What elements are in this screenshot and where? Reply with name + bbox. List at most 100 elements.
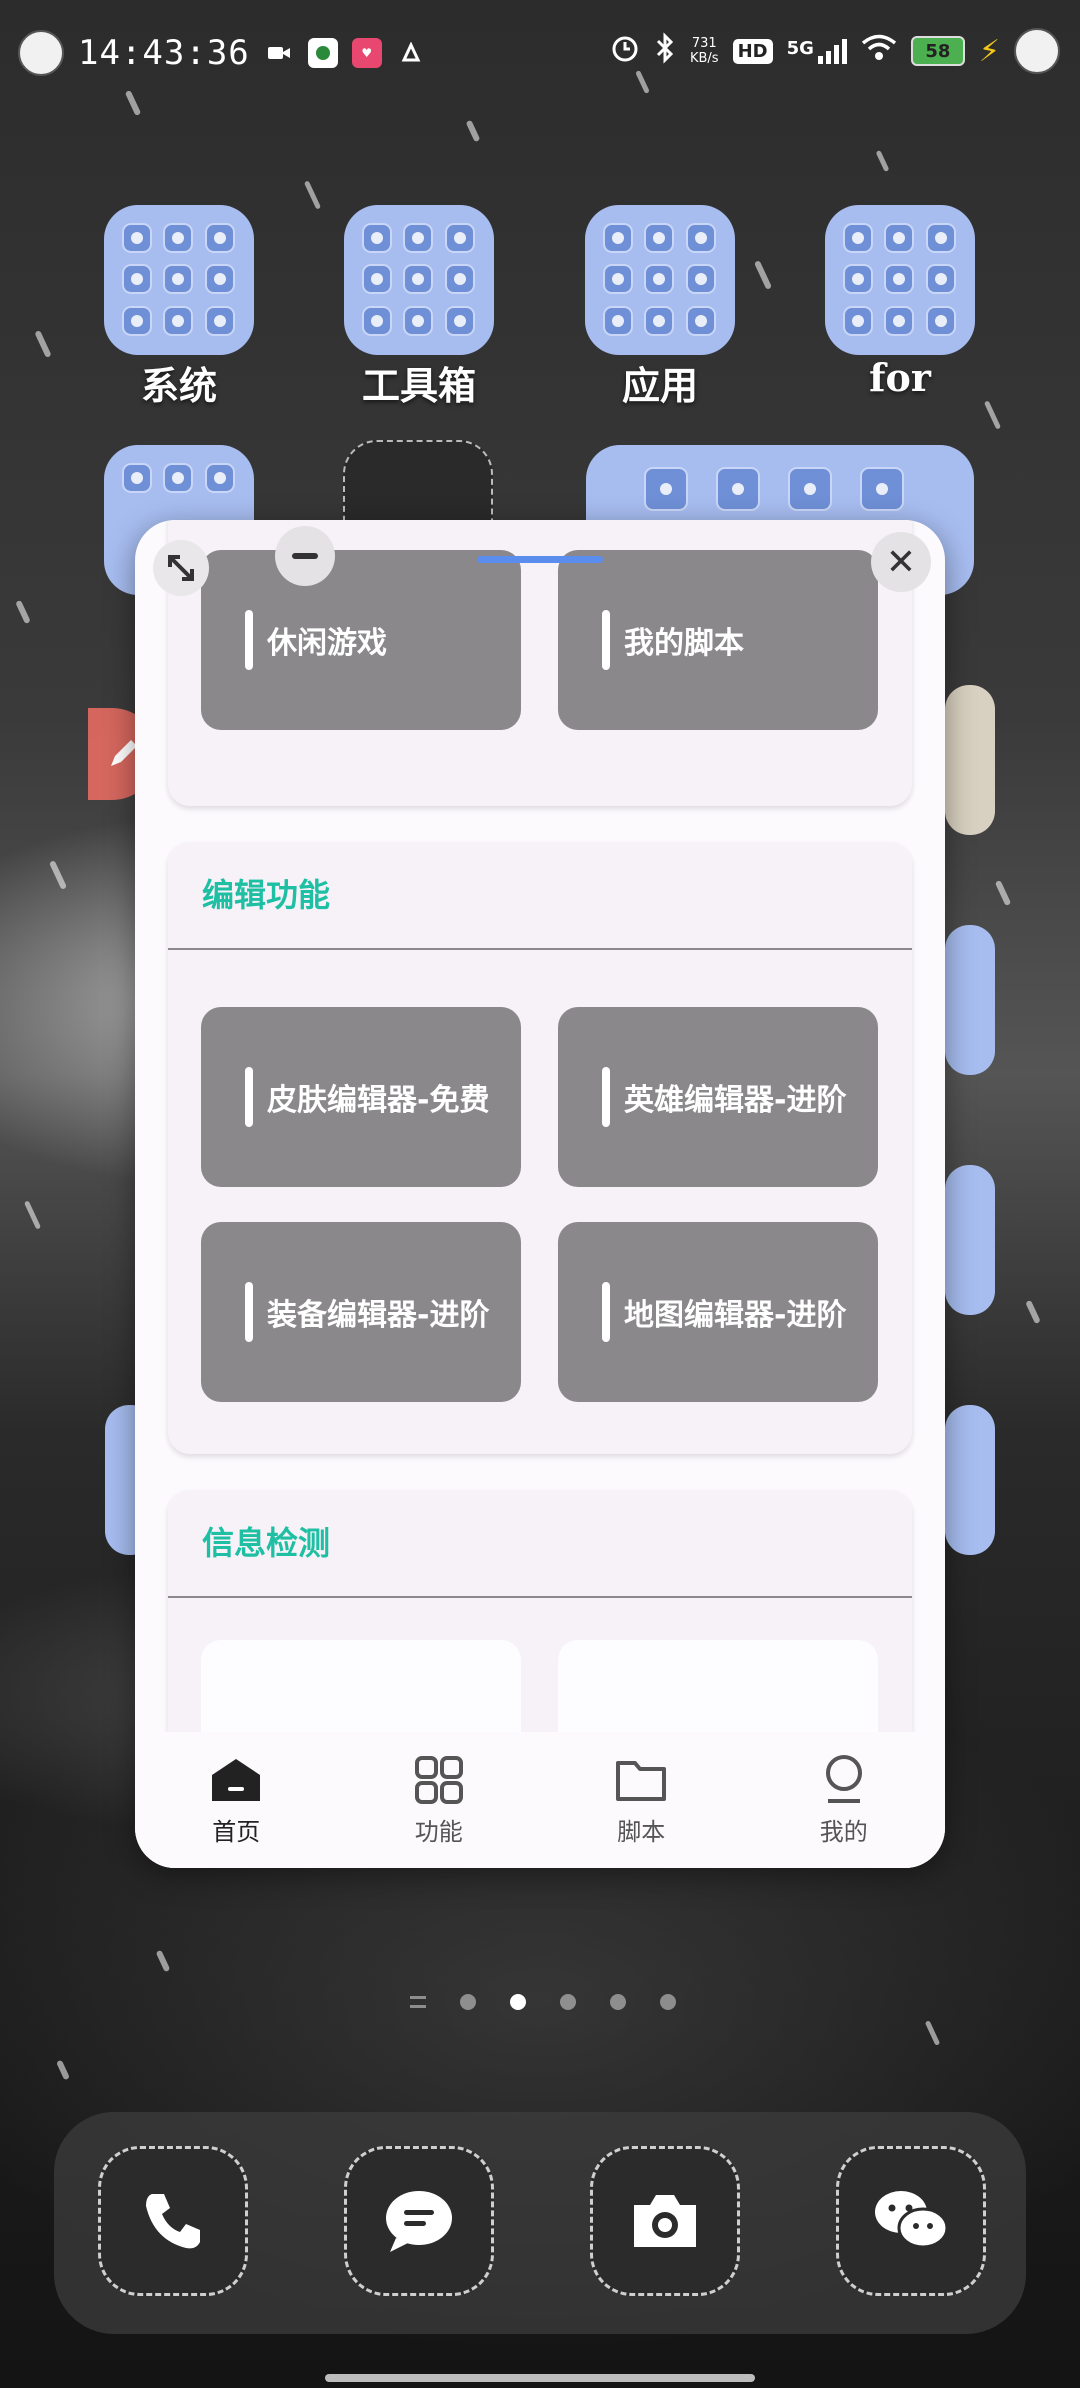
app-icon [644, 467, 688, 511]
app-icon [204, 264, 235, 295]
drag-handle[interactable] [477, 556, 603, 563]
folder-edge[interactable] [945, 1165, 995, 1315]
folder-for[interactable] [825, 205, 975, 355]
close-window-button[interactable]: ✕ [871, 532, 931, 592]
tile-label: 我的脚本 [624, 626, 744, 661]
page-dot-active [510, 1994, 526, 2010]
app-icon [925, 223, 956, 253]
app-icon [362, 223, 392, 253]
nav-item-scripts[interactable]: 脚本 [540, 1732, 743, 1868]
app-icon [362, 264, 392, 295]
nav-label: 首页 [212, 1817, 261, 1846]
status-time: 14:43:36 [78, 33, 250, 73]
folder-system[interactable] [104, 205, 254, 355]
close-icon: ✕ [885, 541, 917, 583]
alarm-icon [610, 33, 640, 70]
battery-indicator: 58 [910, 36, 965, 66]
app-icon [884, 264, 915, 295]
status-left: 14:43:36 ♥ [18, 30, 426, 76]
dock-messages[interactable] [344, 2146, 494, 2296]
info-tile[interactable] [201, 1640, 521, 1732]
dock-camera[interactable] [590, 2146, 740, 2296]
folder-edge[interactable] [945, 685, 995, 835]
network-label: 5G [786, 38, 814, 59]
section-title: 信息检测 [168, 1490, 912, 1598]
tile-label: 皮肤编辑器-免费 [267, 1083, 490, 1118]
page-dot [660, 1994, 676, 2010]
app-icon [122, 223, 152, 253]
window-content[interactable]: 休闲游戏 我的脚本 编辑功能 皮肤编辑器-免费 英雄编辑器-进阶 装备编辑器-进… [135, 520, 945, 1732]
net-speed: 731 KB/s [690, 36, 719, 66]
tile-label: 休闲游戏 [267, 626, 387, 661]
wifi-icon [861, 34, 897, 69]
app-icon [204, 463, 235, 493]
app-icon [843, 305, 873, 336]
tile-my-scripts[interactable]: 我的脚本 [558, 550, 878, 730]
tile-skin-editor[interactable]: 皮肤编辑器-免费 [201, 1007, 521, 1187]
app-badge-icon: ♥ [351, 38, 382, 68]
app-icon [603, 264, 633, 295]
tile-accent-bar [245, 610, 253, 670]
tile-accent-bar [602, 1282, 610, 1342]
app-icon [403, 305, 434, 336]
card-edit-functions: 编辑功能 皮肤编辑器-免费 英雄编辑器-进阶 装备编辑器-进阶 地图编辑器-进阶 [168, 842, 912, 1454]
folder-label: for [869, 355, 931, 400]
section-title: 编辑功能 [168, 842, 912, 950]
minimize-window-button[interactable] [275, 526, 335, 586]
video-icon [264, 38, 294, 68]
app-icon [843, 223, 873, 253]
folder-edge[interactable] [945, 1405, 995, 1555]
tile-accent-bar [602, 1067, 610, 1127]
grid-icon [411, 1754, 467, 1806]
app-icon [603, 223, 633, 253]
app-icon [685, 223, 716, 253]
bottom-nav: 首页 功能 脚本 我的 [135, 1732, 945, 1868]
app-icon [403, 223, 434, 253]
cell-signal-icon: 5G [787, 38, 847, 64]
dock-wechat[interactable] [836, 2146, 986, 2296]
tile-label: 英雄编辑器-进阶 [624, 1083, 847, 1118]
nav-label: 我的 [819, 1817, 868, 1846]
app-icon [122, 264, 152, 295]
app-icon [163, 264, 194, 295]
gesture-bar[interactable] [325, 2374, 755, 2382]
status-bar: 14:43:36 ♥ 731 KB/s HD 5G 58 ⚡ [0, 0, 1080, 118]
mascot-right-icon [1014, 28, 1060, 74]
tile-map-editor[interactable]: 地图编辑器-进阶 [558, 1222, 878, 1402]
expand-window-button[interactable] [153, 540, 209, 596]
app-notify-icon [307, 38, 338, 68]
folder-toolbox[interactable] [344, 205, 494, 355]
app-icon [163, 305, 194, 336]
charging-icon: ⚡ [978, 33, 1000, 69]
user-icon [816, 1754, 872, 1806]
app-icon [362, 305, 392, 336]
floating-window: 休闲游戏 我的脚本 编辑功能 皮肤编辑器-免费 英雄编辑器-进阶 装备编辑器-进… [135, 520, 945, 1868]
folder-edge[interactable] [945, 925, 995, 1075]
app-icon [403, 264, 434, 295]
tile-hero-editor[interactable]: 英雄编辑器-进阶 [558, 1007, 878, 1187]
steam-icon [716, 467, 760, 511]
folder-apps[interactable] [585, 205, 735, 355]
app-icon [644, 305, 675, 336]
bluetooth-icon [654, 31, 676, 71]
tile-casual-games[interactable]: 休闲游戏 [201, 550, 521, 730]
app-icon [204, 223, 235, 253]
nav-item-profile[interactable]: 我的 [743, 1732, 946, 1868]
nav-item-home[interactable]: 首页 [135, 1732, 338, 1868]
hd-badge: HD [732, 38, 773, 64]
app-icon [644, 264, 675, 295]
dock-phone[interactable] [98, 2146, 248, 2296]
page-indicator[interactable] [410, 1994, 676, 2010]
page-dot [460, 1994, 476, 2010]
app-icon [884, 223, 915, 253]
app-icon [122, 305, 152, 336]
tile-equipment-editor[interactable]: 装备编辑器-进阶 [201, 1222, 521, 1402]
app-icon [925, 305, 956, 336]
nav-item-functions[interactable]: 功能 [338, 1732, 541, 1868]
page-dot [610, 1994, 626, 2010]
info-tile[interactable] [558, 1640, 878, 1732]
dock [54, 2112, 1026, 2334]
expand-icon [168, 555, 194, 581]
app-icon [685, 264, 716, 295]
phone-icon [146, 2194, 200, 2249]
